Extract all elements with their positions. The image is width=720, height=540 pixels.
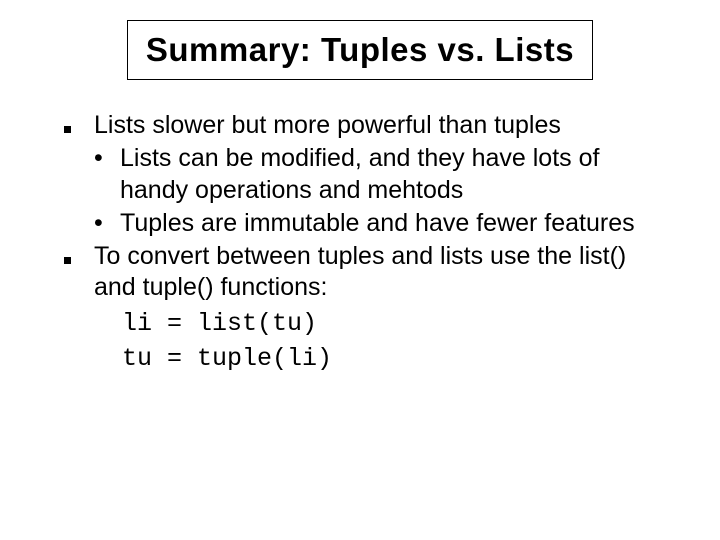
code-line: li = list(tu) [122,308,662,339]
square-bullet-icon [58,241,94,304]
dot-bullet-icon: • [94,208,120,239]
bullet-text: To convert between tuples and lists use … [94,241,662,304]
bullet-item: To convert between tuples and lists use … [58,241,662,304]
sub-bullet-text: Lists can be modified, and they have lot… [120,143,662,206]
bullet-item: Lists slower but more powerful than tupl… [58,110,662,141]
square-bullet-icon [58,110,94,141]
sub-bullet-item: • Lists can be modified, and they have l… [94,143,662,206]
bullet-text: Lists slower but more powerful than tupl… [94,110,662,141]
sub-bullet-item: • Tuples are immutable and have fewer fe… [94,208,662,239]
slide-content: Lists slower but more powerful than tupl… [50,110,670,374]
code-line: tu = tuple(li) [122,343,662,374]
title-box: Summary: Tuples vs. Lists [127,20,593,80]
sub-bullet-text: Tuples are immutable and have fewer feat… [120,208,662,239]
slide-title: Summary: Tuples vs. Lists [146,31,574,69]
dot-bullet-icon: • [94,143,120,206]
